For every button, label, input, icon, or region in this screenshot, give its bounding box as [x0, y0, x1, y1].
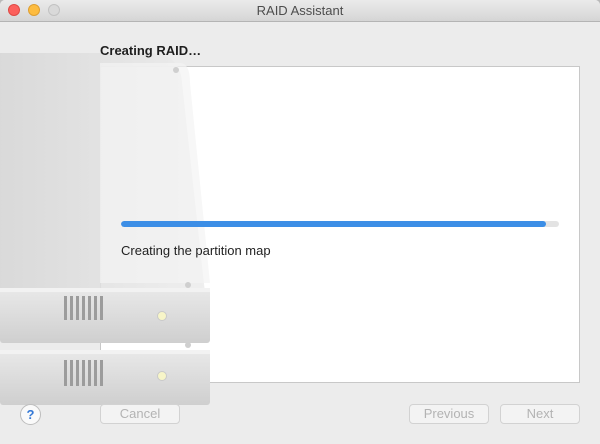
next-button[interactable]: Next [500, 404, 580, 424]
help-button[interactable]: ? [20, 404, 41, 425]
progress-bar-fill [121, 221, 546, 227]
previous-button[interactable]: Previous [409, 404, 489, 424]
cancel-button[interactable]: Cancel [100, 404, 180, 424]
raid-drives-illustration-icon [0, 53, 210, 405]
window-title: RAID Assistant [256, 3, 344, 18]
title-bar: RAID Assistant [0, 0, 600, 22]
progress-bar [121, 221, 559, 227]
raid-assistant-window: RAID Assistant Creating RAID… Creating t… [0, 0, 600, 444]
status-text: Creating the partition map [121, 243, 271, 258]
page-title: Creating RAID… [100, 43, 202, 58]
